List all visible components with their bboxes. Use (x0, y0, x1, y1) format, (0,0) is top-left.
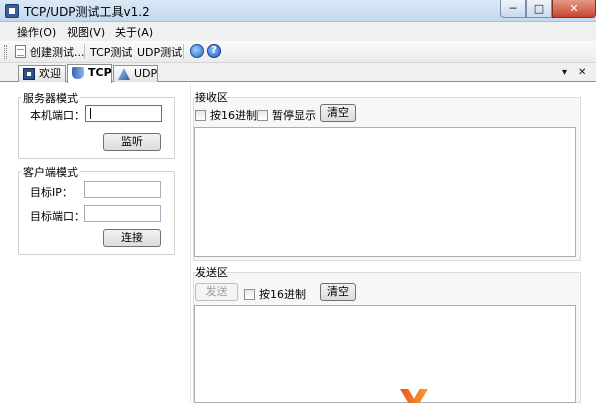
toolbar-separator (84, 44, 85, 59)
receive-clear-button[interactable]: 清空 (320, 104, 356, 122)
udp-icon (118, 68, 130, 80)
tab-udp[interactable]: UDP (113, 65, 158, 82)
menu-bar: 操作(O) 视图(V) 关于(A) (0, 22, 596, 41)
receive-area-title: 接收区 (195, 91, 228, 104)
connect-button[interactable]: 连接 (103, 229, 161, 247)
tab-list-dropdown-icon[interactable]: ▾ (562, 67, 567, 78)
toolbar-separator (183, 44, 184, 59)
create-test-button[interactable]: 创建测试... (30, 44, 85, 60)
welcome-icon (23, 68, 35, 80)
maximize-button[interactable]: □ (526, 0, 552, 18)
tab-strip: 欢迎 TCP UDP ▾ ✕ (0, 63, 596, 83)
toolbar-grip (4, 45, 7, 59)
receive-hex-label: 按16进制 (210, 109, 257, 122)
menu-operate[interactable]: 操作(O) (17, 24, 56, 40)
tab-tcp[interactable]: TCP (67, 64, 112, 83)
minimize-button[interactable]: ─ (500, 0, 526, 18)
window-title: TCP/UDP测试工具v1.2 (24, 5, 150, 19)
menu-about[interactable]: 关于(A) (115, 24, 153, 40)
local-port-label: 本机端口： (30, 109, 85, 122)
target-port-label: 目标端口： (30, 210, 85, 223)
send-area-title: 发送区 (195, 266, 228, 279)
server-mode-title: 服务器模式 (21, 90, 80, 106)
receive-textarea[interactable] (194, 127, 576, 257)
pause-display-checkbox[interactable]: 暂停显示 (257, 107, 316, 123)
tab-welcome-label: 欢迎 (39, 67, 61, 80)
menu-view[interactable]: 视图(V) (67, 24, 105, 40)
send-clear-button[interactable]: 清空 (320, 283, 356, 301)
tcp-test-button[interactable]: TCP测试 (90, 44, 132, 60)
target-ip-label: 目标IP： (30, 186, 73, 199)
panel-divider (190, 83, 191, 403)
window-controls: ─ □ ✕ (500, 0, 596, 20)
refresh-icon[interactable] (190, 44, 204, 58)
new-document-icon (15, 45, 26, 58)
client-mode-title: 客户端模式 (21, 164, 80, 180)
pause-display-label: 暂停显示 (272, 109, 316, 122)
tab-udp-label: UDP (134, 67, 158, 80)
send-button[interactable]: 发送 (195, 283, 238, 301)
checkbox-box[interactable] (244, 288, 255, 300)
checkbox-box[interactable] (257, 109, 268, 121)
toolbar: 创建测试... TCP测试 UDP测试 ? (0, 41, 596, 63)
target-port-input[interactable] (84, 205, 161, 222)
target-ip-input[interactable] (84, 181, 161, 198)
tab-close-icon[interactable]: ✕ (578, 67, 586, 78)
tab-tcp-label: TCP (88, 66, 112, 79)
help-icon[interactable]: ? (207, 44, 221, 58)
tcp-icon (72, 67, 84, 79)
tab-welcome[interactable]: 欢迎 (18, 65, 66, 82)
send-hex-label: 按16进制 (259, 288, 306, 301)
send-hex-checkbox[interactable]: 按16进制 (244, 286, 306, 302)
listen-button[interactable]: 监听 (103, 133, 161, 151)
title-bar: TCP/UDP测试工具v1.2 ─ □ ✕ (0, 0, 596, 22)
app-icon (5, 4, 19, 18)
watermark-mark (400, 389, 428, 403)
close-button[interactable]: ✕ (552, 0, 596, 18)
receive-hex-checkbox[interactable]: 按16进制 (195, 107, 257, 123)
watermark-logo (386, 389, 596, 403)
checkbox-box[interactable] (195, 109, 206, 121)
udp-test-button[interactable]: UDP测试 (137, 44, 182, 60)
text-caret (90, 108, 91, 119)
local-port-input[interactable] (85, 105, 162, 122)
